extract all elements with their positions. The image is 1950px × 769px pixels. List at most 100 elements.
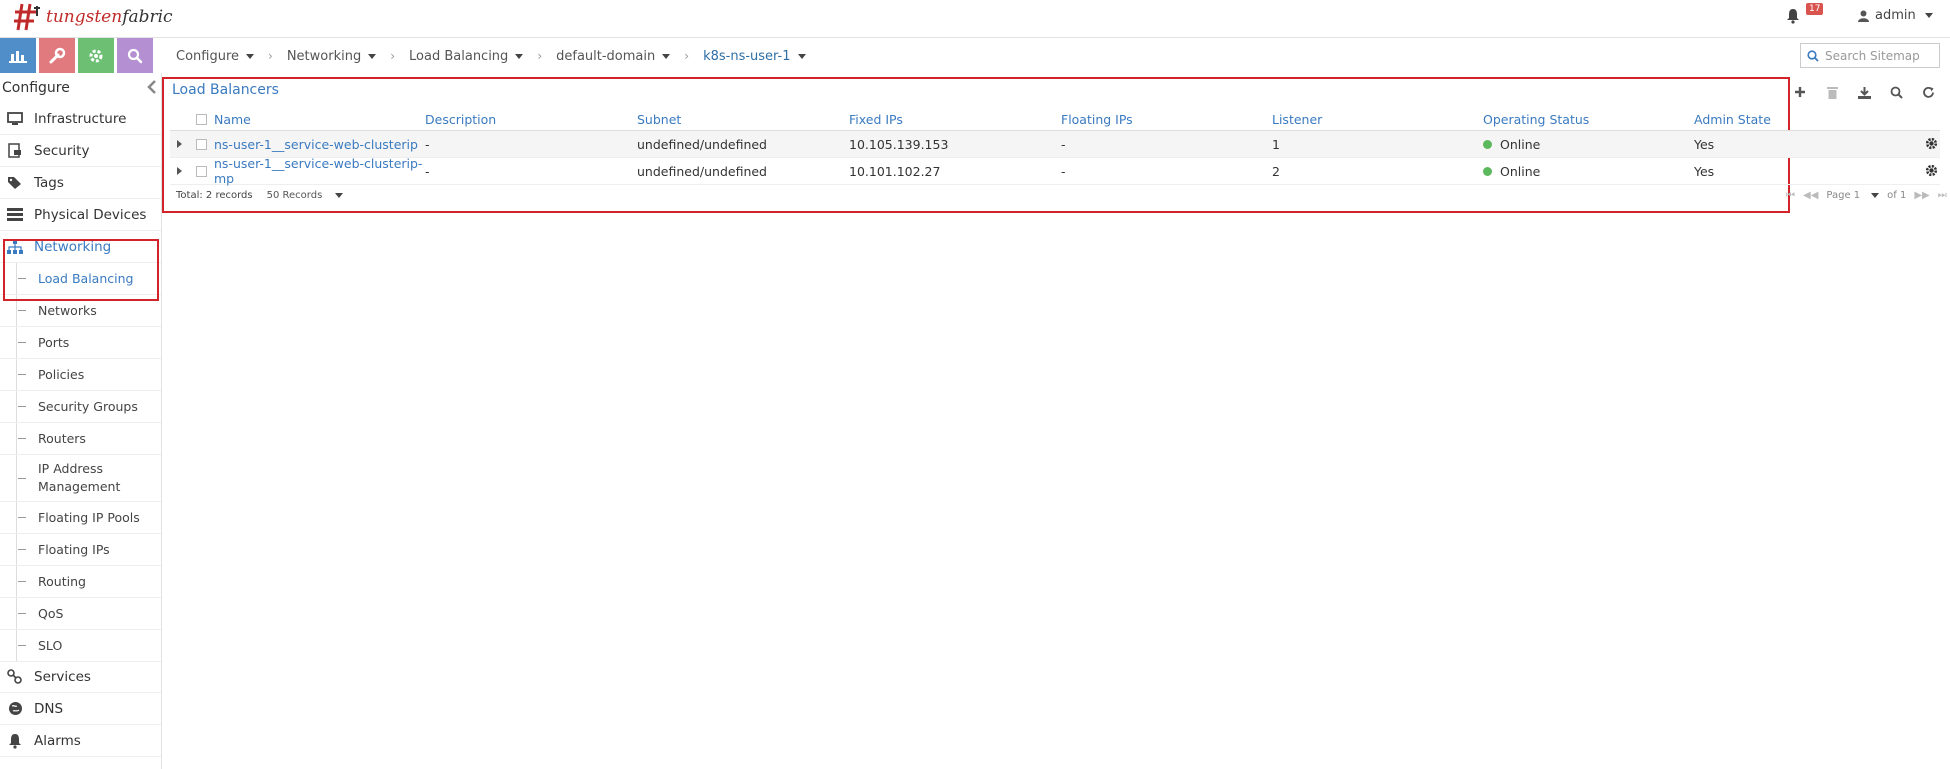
sidebar-item-label: Services [34,669,91,685]
notifications-bell-icon[interactable] [1786,8,1804,26]
column-header-listener[interactable]: Listener [1272,112,1483,127]
sidebar-subitem-floating-ip-pools[interactable]: Floating IP Pools [0,502,161,534]
breadcrumb-load-balancing[interactable]: Load Balancing [409,49,524,64]
chevron-down-icon [797,53,806,59]
breadcrumb-networking[interactable]: Networking [287,49,377,64]
sidebar-item-label: Networking [34,238,112,255]
table-row: ns-user-1__service-web-clusterip-mp - un… [170,156,1940,186]
sidebar-subitem-routers[interactable]: Routers [0,423,161,455]
sidebar-subitem-load-balancing[interactable]: Load Balancing [0,263,161,295]
breadcrumb-project[interactable]: k8s-ns-user-1 [703,49,806,64]
page-size-select[interactable]: 50 Records [267,190,344,201]
user-menu[interactable]: admin [1858,8,1933,23]
select-all-checkbox[interactable] [195,113,207,125]
prev-page-icon[interactable]: ◀◀ [1803,190,1818,201]
globe-icon [6,700,24,718]
sidebar-subitem-ports[interactable]: Ports [0,327,161,359]
page-select-chevron-icon[interactable] [1871,193,1880,198]
lb-floating-ips: - [1061,136,1066,152]
table-row: ns-user-1__service-web-clusterip - undef… [170,131,1940,158]
sidebar-subitem-ipam[interactable]: IP Address Management [0,455,161,502]
refresh-icon[interactable] [1918,82,1938,102]
sidebar-item-dns[interactable]: DNS [0,693,161,725]
sidebar-title: Configure [2,80,70,96]
column-header-description[interactable]: Description [425,112,637,127]
sidebar-item-services[interactable]: Services [0,662,161,693]
lb-name-link[interactable]: ns-user-1__service-web-clusterip-mp [214,156,425,186]
chevron-down-icon [1924,13,1933,18]
delete-icon[interactable] [1822,82,1842,102]
sidebar-item-infrastructure[interactable]: Infrastructure [0,103,161,135]
sidebar-subitem-networks[interactable]: Networks [0,295,161,327]
sidebar-item-security[interactable]: Security [0,135,161,167]
collapse-sidebar-icon[interactable] [147,80,157,98]
breadcrumb-configure[interactable]: Configure [176,49,255,64]
sidebar-item-alarms[interactable]: Alarms [0,725,161,757]
search-input[interactable] [1825,48,1935,63]
next-page-icon[interactable]: ▶▶ [1914,190,1929,201]
sidebar-subitem-security-groups[interactable]: Security Groups [0,391,161,423]
server-icon [6,206,24,224]
sidebar-subitem-routing[interactable]: Routing [0,566,161,598]
sidebar: Configure Infrastructure Security Tags P… [0,73,162,769]
lb-operating-status: Online [1500,136,1541,152]
tungsten-fabric-logo[interactable]: tungstenfabric [12,2,173,32]
lb-listener: 1 [1272,136,1280,152]
column-header-admin-state[interactable]: Admin State [1694,112,1794,127]
sitemap-search [1800,43,1940,68]
monitor-tab[interactable] [0,38,36,73]
sidebar-item-networking[interactable]: Networking [0,231,161,263]
expand-row-icon[interactable] [170,140,188,148]
logo-suffix: fabric [122,7,173,27]
sidebar-item-label: Infrastructure [34,110,127,127]
lb-description: - [425,163,430,179]
lb-name-link[interactable]: ns-user-1__service-web-clusterip [214,137,425,152]
sidebar-item-physical-devices[interactable]: Physical Devices [0,199,161,231]
breadcrumb-separator-icon: › [684,49,690,63]
column-header-fixed-ips[interactable]: Fixed IPs [849,112,1061,127]
top-bar: tungstenfabric 17 admin [0,0,1950,38]
query-tab[interactable] [117,38,153,73]
lb-fixed-ips: 10.105.139.153 [849,136,949,152]
first-page-icon[interactable]: ⏮ [1786,190,1795,201]
download-icon[interactable] [1854,82,1874,102]
settings-tab[interactable] [78,38,114,73]
row-actions-gear-icon[interactable] [1925,164,1938,180]
monitor-icon [6,110,24,128]
search-icon[interactable] [1886,82,1906,102]
last-page-icon[interactable]: ⏭ [1938,190,1947,201]
logo-mark-icon [12,2,44,32]
row-checkbox[interactable] [195,165,207,177]
column-header-subnet[interactable]: Subnet [637,112,849,127]
notification-count-badge: 17 [1806,3,1824,15]
chevron-down-icon [515,53,524,59]
column-header-operating-status[interactable]: Operating Status [1483,112,1694,127]
sidebar-subitem-policies[interactable]: Policies [0,359,161,391]
lb-admin-state: Yes [1694,136,1715,152]
lb-admin-state: Yes [1694,163,1715,179]
column-header-name[interactable]: Name [214,112,425,127]
pagination: ⏮ ◀◀ Page 1 of 1 ▶▶ ⏭ [1786,190,1947,201]
sidebar-item-label: Physical Devices [34,206,147,223]
online-status-icon [1483,166,1492,176]
breadcrumb-separator-icon: › [537,49,543,63]
column-header-floating-ips[interactable]: Floating IPs [1061,112,1272,127]
breadcrumb: Configure › Networking › Load Balancing … [176,44,806,68]
bell-icon [6,732,24,750]
chevron-down-icon [246,53,255,59]
row-checkbox[interactable] [195,138,207,150]
configure-tab[interactable] [39,38,75,73]
load-balancers-grid: Name Description Subnet Fixed IPs Floati… [170,108,1940,186]
expand-row-icon[interactable] [170,167,188,175]
sidebar-item-tags[interactable]: Tags [0,167,161,199]
sidebar-subitem-slo[interactable]: SLO [0,630,161,662]
add-icon[interactable] [1790,82,1810,102]
lb-listener: 2 [1272,163,1280,179]
module-tabs [0,38,156,73]
lb-operating-status: Online [1500,163,1541,179]
sidebar-subitem-floating-ips[interactable]: Floating IPs [0,534,161,566]
sidebar-subitem-qos[interactable]: QoS [0,598,161,630]
breadcrumb-domain[interactable]: default-domain [556,49,671,64]
row-actions-gear-icon[interactable] [1925,137,1938,153]
network-tree-icon [6,238,24,256]
